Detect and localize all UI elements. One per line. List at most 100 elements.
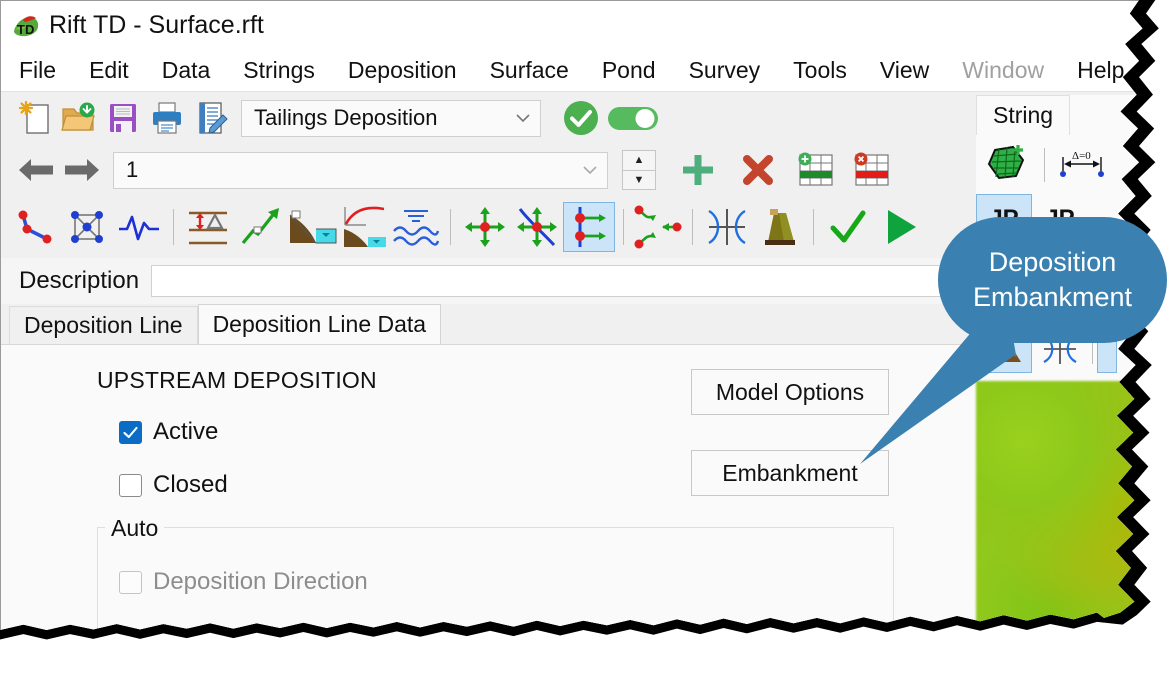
water-table-button[interactable] (390, 202, 442, 252)
record-spinner[interactable]: ▲ ▼ (622, 150, 656, 190)
menu-item-deposition[interactable]: Deposition (348, 57, 457, 84)
mesh-network-icon (71, 211, 103, 243)
menu-item-pond[interactable]: Pond (602, 57, 656, 84)
print-button[interactable] (145, 97, 189, 139)
embankment-icon (765, 209, 795, 245)
waveform-button[interactable] (113, 202, 165, 252)
arrow-left-icon (19, 159, 53, 181)
menu-item-tools[interactable]: Tools (793, 57, 847, 84)
record-combo-value: 1 (126, 157, 139, 182)
mode-combo[interactable]: Tailings Deposition (241, 99, 541, 137)
add-polygon-button[interactable] (976, 140, 1036, 190)
spinner-down-icon[interactable]: ▼ (623, 171, 655, 190)
callout-bubble: Deposition Embankment (938, 217, 1167, 343)
polyline-points-icon (18, 210, 52, 244)
save-disk-button[interactable] (101, 97, 145, 139)
waveform-icon (119, 215, 159, 241)
record-combo[interactable]: 1 (113, 151, 608, 189)
intersect-lines-button[interactable] (701, 202, 753, 252)
auto-fieldset (97, 527, 894, 631)
new-file-button[interactable] (13, 97, 57, 139)
move-node-button[interactable] (459, 202, 511, 252)
delta-zero-icon: Δ=0 (1060, 150, 1104, 177)
menu-item-view[interactable]: View (880, 57, 929, 84)
arrow-right-icon (65, 159, 99, 181)
spinner-up-icon[interactable]: ▲ (623, 151, 655, 171)
right-panel-tab-strip: String (976, 95, 1071, 135)
menu-item-file[interactable]: File (19, 57, 56, 84)
add-polygon-icon (987, 145, 1025, 180)
deposition-line-button[interactable] (563, 202, 615, 252)
deposition-direction-checkbox (119, 570, 142, 594)
add-record-button[interactable] (668, 149, 728, 191)
menu-bar[interactable]: File Edit Data Strings Deposition Surfac… (1, 50, 1143, 92)
mode-combo-value: Tailings Deposition (254, 105, 438, 130)
curve-profile-icon (344, 206, 386, 247)
back-button[interactable] (13, 149, 59, 191)
menu-item-strings[interactable]: Strings (243, 57, 315, 84)
chevron-down-icon (583, 166, 597, 175)
closed-checkbox-label: Closed (153, 471, 228, 498)
tab-deposition-line-data[interactable]: Deposition Line Data (197, 304, 442, 344)
delta-zero-button[interactable]: Δ=0 (1053, 140, 1113, 190)
plus-icon (683, 155, 713, 185)
embankment-button-toolbar[interactable] (753, 202, 805, 252)
closed-checkbox[interactable] (119, 473, 142, 497)
intersect-lines-icon (708, 209, 746, 245)
svg-text:Δ=0: Δ=0 (1072, 150, 1091, 162)
delete-record-button[interactable] (728, 149, 788, 191)
toolbar-separator (623, 209, 624, 245)
menu-item-data[interactable]: Data (162, 57, 211, 84)
insert-row-button[interactable] (788, 149, 844, 191)
checkbox-row-deposition-direction: Deposition Direction (119, 568, 368, 596)
edit-notes-button[interactable] (189, 97, 233, 139)
chevron-down-icon (516, 114, 530, 123)
move-node-curve-icon (517, 207, 557, 247)
menu-item-surface[interactable]: Surface (490, 57, 569, 84)
mesh-network-button[interactable] (61, 202, 113, 252)
enable-toggle[interactable] (603, 97, 663, 139)
toolbar-separator (450, 209, 451, 245)
callout-annotation: Deposition Embankment (840, 215, 1167, 485)
checkbox-row-active[interactable]: Active (119, 418, 218, 446)
polyline-points-button[interactable] (9, 202, 61, 252)
move-node-icon (465, 207, 505, 247)
beach-profile-button[interactable] (286, 202, 338, 252)
deposition-direction-checkbox-label: Deposition Direction (153, 568, 368, 595)
beach-profile-icon (289, 210, 337, 244)
active-checkbox[interactable] (119, 420, 142, 444)
table-delete-row-icon (854, 152, 889, 186)
tab-string[interactable]: String (976, 95, 1071, 135)
toggle-switch-on-icon (608, 107, 658, 130)
delete-row-button[interactable] (844, 149, 900, 191)
active-checkbox-label: Active (153, 418, 219, 445)
window-title: Rift TD - Surface.rft (49, 11, 264, 39)
move-node-curve-button[interactable] (511, 202, 563, 252)
menu-item-window: Window (962, 57, 1045, 83)
apply-check-button[interactable] (559, 97, 603, 139)
checkbox-row-closed[interactable]: Closed (119, 471, 228, 499)
elevation-delta-button[interactable] (182, 202, 234, 252)
open-folder-button[interactable] (57, 97, 101, 139)
menu-item-edit[interactable]: Edit (89, 57, 129, 84)
slope-arrow-button[interactable] (234, 202, 286, 252)
table-add-row-icon (798, 152, 833, 186)
description-label: Description (19, 267, 140, 294)
red-x-icon (743, 155, 773, 185)
right-panel-separator (1044, 148, 1045, 182)
title-bar: TD Rift TD - Surface.rft (1, 1, 1143, 50)
connect-points-icon (634, 205, 682, 249)
curve-profile-button[interactable] (338, 202, 390, 252)
connect-points-button[interactable] (632, 202, 684, 252)
menu-item-help[interactable]: Help (1077, 57, 1124, 84)
tab-deposition-line[interactable]: Deposition Line (9, 306, 198, 344)
svg-text:TD: TD (17, 22, 34, 37)
forward-button[interactable] (59, 149, 105, 191)
rift-td-app-icon: TD (11, 11, 41, 41)
screenshot-stage: TD Rift TD - Surface.rft File Edit Data … (0, 0, 1167, 676)
toolbar-separator (692, 209, 693, 245)
section-title-upstream-deposition: UPSTREAM DEPOSITION (97, 367, 377, 393)
menu-item-survey[interactable]: Survey (689, 57, 761, 84)
callout-line-1: Deposition (988, 247, 1117, 278)
toolbar-separator (173, 209, 174, 245)
